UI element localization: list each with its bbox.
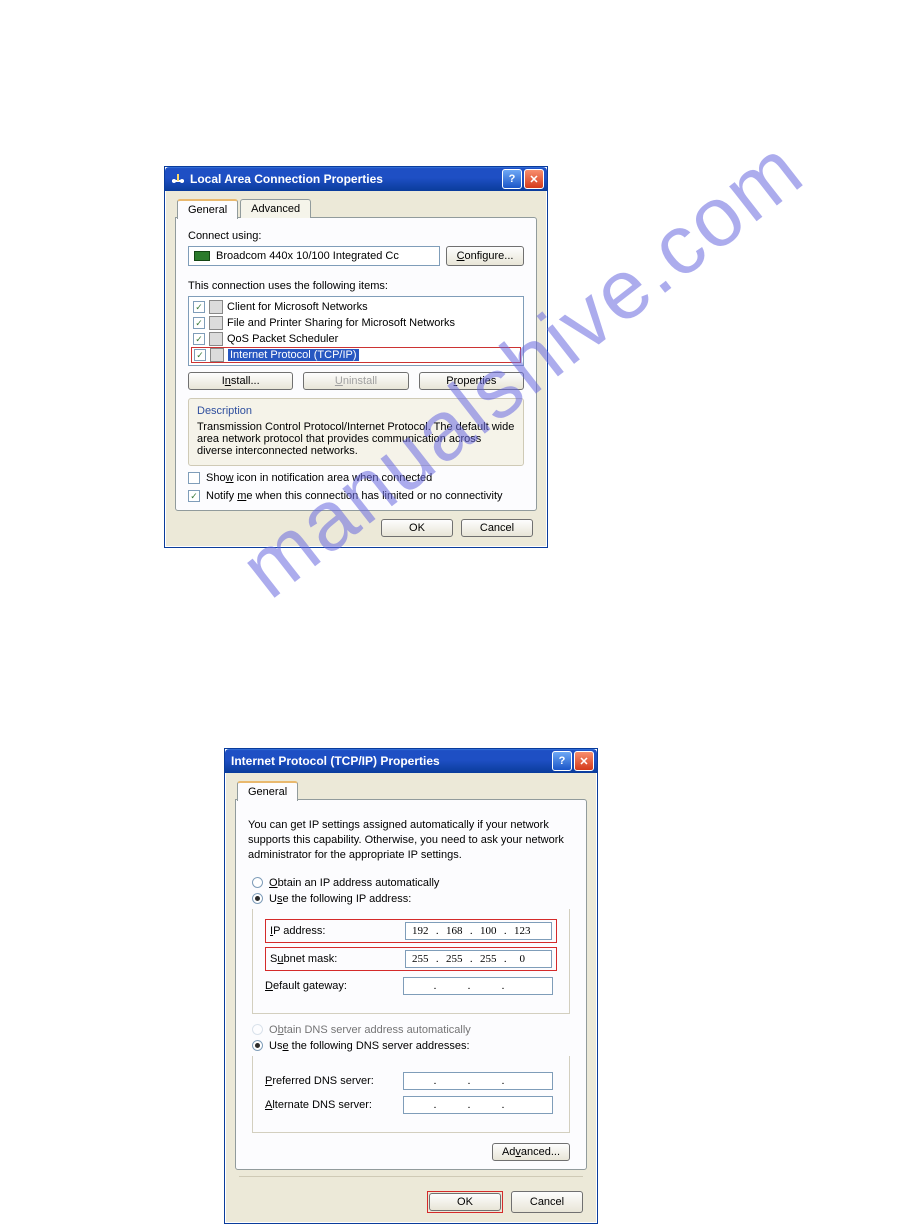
cancel-button[interactable]: Cancel — [511, 1191, 583, 1213]
help-button[interactable]: ? — [552, 751, 572, 771]
radio-icon[interactable] — [252, 1040, 263, 1051]
close-button[interactable]: ✕ — [574, 751, 594, 771]
connect-using-label: Connect using: — [188, 230, 524, 242]
network-icon — [171, 172, 185, 186]
configure-button[interactable]: Configure... — [446, 246, 524, 266]
description-text: Transmission Control Protocol/Internet P… — [197, 421, 515, 457]
gateway-input[interactable]: . . . — [403, 977, 553, 995]
titlebar[interactable]: Internet Protocol (TCP/IP) Properties ? … — [225, 749, 597, 773]
description-title: Description — [197, 405, 515, 417]
pref-dns-label: Preferred DNS server: — [265, 1075, 395, 1087]
items-listbox[interactable]: ✓ Client for Microsoft Networks ✓ File a… — [188, 296, 524, 366]
tabstrip: General Advanced — [175, 199, 537, 218]
pref-dns-input[interactable]: ... — [403, 1072, 553, 1090]
subnet-mask-label: Subnet mask: — [270, 953, 397, 965]
radio-auto-dns: Obtain DNS server address automatically — [252, 1024, 574, 1036]
alt-dns-input[interactable]: ... — [403, 1096, 553, 1114]
list-item[interactable]: ✓ Client for Microsoft Networks — [189, 299, 523, 315]
subnet-mask-input[interactable]: 255. 255. 255. 0 — [405, 950, 552, 968]
ok-button[interactable]: OK — [429, 1193, 501, 1211]
adapter-field[interactable]: Broadcom 440x 10/100 Integrated Cc — [188, 246, 440, 266]
item-properties-button[interactable]: Properties — [419, 372, 524, 390]
item-label: Internet Protocol (TCP/IP) — [228, 349, 359, 361]
radio-label: Use the following DNS server addresses: — [269, 1040, 470, 1052]
dns-group: Preferred DNS server: ... Alternate DNS … — [252, 1056, 570, 1133]
item-label: QoS Packet Scheduler — [227, 333, 338, 345]
radio-icon — [252, 1024, 263, 1035]
lan-properties-dialog: Local Area Connection Properties ? ✕ Gen… — [164, 166, 548, 548]
radio-label: Obtain DNS server address automatically — [269, 1024, 471, 1036]
tab-panel-general: Connect using: Broadcom 440x 10/100 Inte… — [175, 217, 537, 511]
ok-button[interactable]: OK — [381, 519, 453, 537]
checkbox-icon[interactable]: ✓ — [193, 301, 205, 313]
checkbox-icon[interactable]: ✓ — [193, 333, 205, 345]
radio-manual-ip[interactable]: Use the following IP address: — [252, 893, 574, 905]
close-button[interactable]: ✕ — [524, 169, 544, 189]
tcpip-properties-dialog: Internet Protocol (TCP/IP) Properties ? … — [224, 748, 598, 1224]
item-label: Client for Microsoft Networks — [227, 301, 368, 313]
radio-label: Use the following IP address: — [269, 893, 411, 905]
tab-general[interactable]: General — [177, 199, 238, 219]
tab-general[interactable]: General — [237, 781, 298, 801]
radio-icon[interactable] — [252, 893, 263, 904]
dialog-title: Internet Protocol (TCP/IP) Properties — [231, 754, 550, 768]
service-icon — [209, 316, 223, 330]
radio-icon[interactable] — [252, 877, 263, 888]
ip-address-group: IP address: 192. 168. 100. 123 Subnet ma… — [252, 909, 570, 1014]
checkbox-label: Notify me when this connection has limit… — [206, 490, 503, 502]
install-button[interactable]: Install... — [188, 372, 293, 390]
checkbox-icon[interactable]: ✓ — [188, 490, 200, 502]
radio-label: Obtain an IP address automatically — [269, 877, 439, 889]
notify-limited-checkbox-row[interactable]: ✓ Notify me when this connection has lim… — [188, 490, 524, 502]
checkbox-icon[interactable] — [188, 472, 200, 484]
list-item[interactable]: ✓ File and Printer Sharing for Microsoft… — [189, 315, 523, 331]
list-item[interactable]: ✓ QoS Packet Scheduler — [189, 331, 523, 347]
list-item-tcpip[interactable]: ✓ Internet Protocol (TCP/IP) — [191, 347, 521, 363]
radio-manual-dns[interactable]: Use the following DNS server addresses: — [252, 1040, 574, 1052]
checkbox-label: Show icon in notification area when conn… — [206, 472, 432, 484]
service-icon — [209, 332, 223, 346]
titlebar[interactable]: Local Area Connection Properties ? ✕ — [165, 167, 547, 191]
protocol-icon — [210, 348, 224, 362]
intro-text: You can get IP settings assigned automat… — [248, 818, 574, 863]
item-label: File and Printer Sharing for Microsoft N… — [227, 317, 455, 329]
gateway-label: Default gateway: — [265, 980, 395, 992]
ip-address-label: IP address: — [270, 925, 397, 937]
checkbox-icon[interactable]: ✓ — [194, 349, 206, 361]
cancel-button[interactable]: Cancel — [461, 519, 533, 537]
ip-address-input[interactable]: 192. 168. 100. 123 — [405, 922, 552, 940]
tab-advanced[interactable]: Advanced — [240, 199, 311, 218]
uninstall-button: Uninstall — [303, 372, 408, 390]
alt-dns-label: Alternate DNS server: — [265, 1099, 395, 1111]
radio-auto-ip[interactable]: Obtain an IP address automatically — [252, 877, 574, 889]
tab-panel-general: You can get IP settings assigned automat… — [235, 799, 587, 1170]
dialog-title: Local Area Connection Properties — [190, 172, 500, 186]
items-label: This connection uses the following items… — [188, 280, 524, 292]
show-icon-checkbox-row[interactable]: Show icon in notification area when conn… — [188, 472, 524, 484]
advanced-button[interactable]: Advanced... — [492, 1143, 570, 1161]
help-button[interactable]: ? — [502, 169, 522, 189]
client-icon — [209, 300, 223, 314]
nic-icon — [194, 251, 210, 261]
tabstrip: General — [235, 781, 587, 800]
checkbox-icon[interactable]: ✓ — [193, 317, 205, 329]
description-box: Description Transmission Control Protoco… — [188, 398, 524, 466]
adapter-name: Broadcom 440x 10/100 Integrated Cc — [216, 250, 399, 262]
